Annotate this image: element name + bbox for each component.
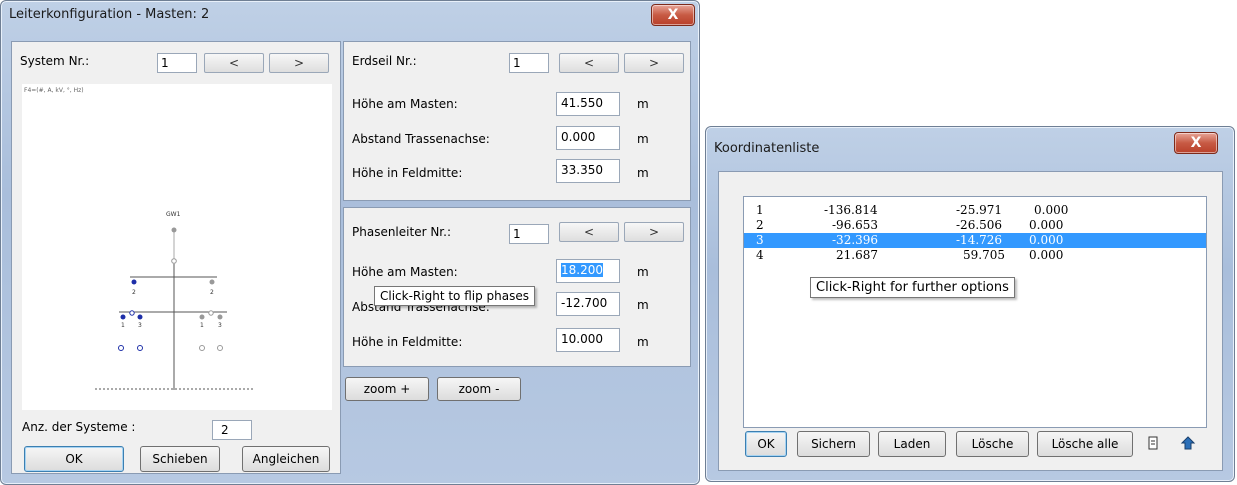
system-number: 1 — [157, 53, 197, 73]
erdseil-abstand-label: Abstand Trassenachse: — [352, 132, 490, 146]
erdseil-abstand-input[interactable]: 0.000 — [556, 126, 620, 150]
window-title: Koordinatenliste — [714, 141, 820, 156]
system-next-button[interactable]: > — [269, 53, 329, 73]
unit-m: m — [637, 298, 649, 312]
conductor-left-upper — [131, 279, 137, 285]
phasenleiter-number: 1 — [509, 224, 549, 244]
title-bar[interactable]: Koordinatenliste X — [706, 127, 1234, 163]
unit-m: m — [637, 132, 649, 146]
koordinatenliste-window: Koordinatenliste X 1 -136.814 -25.971 0.… — [705, 126, 1235, 482]
flip-phases-tooltip: Click-Right to flip phases — [374, 286, 535, 306]
erdseil-prev-button[interactable]: < — [559, 53, 619, 73]
unit-m: m — [637, 265, 649, 279]
phasenleiter-label: Phasenleiter Nr.: — [352, 225, 451, 239]
erdseil-feld-input[interactable]: 33.350 — [556, 159, 620, 183]
anz-systeme-label: Anz. der Systeme : — [22, 420, 136, 434]
phasenleiter-abstand-input[interactable]: -12.700 — [556, 292, 620, 316]
sichern-button[interactable]: Sichern — [797, 431, 870, 457]
zoom-minus-button[interactable]: zoom - — [437, 377, 521, 401]
tower-diagram[interactable]: F4=(#, A, kV, °, Hz) GW1 2 2 1 3 1 3 — [22, 84, 332, 410]
window-title: Leiterkonfiguration - Masten: 2 — [9, 7, 210, 22]
erdseil-number: 1 — [509, 53, 549, 73]
phasenleiter-feld-label: Höhe in Feldmitte: — [352, 335, 463, 349]
list-item-selected[interactable]: 3 -32.396 -14.726 0.000 — [744, 233, 1206, 248]
unit-m: m — [637, 97, 649, 111]
selected-text: 18.200 — [561, 263, 603, 277]
earth-wire-dot — [171, 227, 177, 233]
ok-button[interactable]: OK — [24, 446, 124, 472]
laden-button[interactable]: Laden — [878, 431, 946, 457]
erdseil-hoehe-input[interactable]: 41.550 — [556, 92, 620, 116]
gw-label: GW1 — [166, 211, 181, 218]
title-bar[interactable]: Leiterkonfiguration - Masten: 2 X — [1, 1, 699, 31]
erdseil-label: Erdseil Nr.: — [352, 54, 417, 68]
phasenleiter-panel: Phasenleiter Nr.: 1 < > Höhe am Masten: … — [343, 207, 691, 367]
phasenleiter-hoehe-label: Höhe am Masten: — [352, 265, 458, 279]
erdseil-panel: Erdseil Nr.: 1 < > Höhe am Masten: 41.55… — [343, 41, 691, 201]
left-lower-label-1: 1 — [121, 322, 125, 329]
zoom-plus-button[interactable]: zoom + — [345, 377, 429, 401]
left-upper-label: 2 — [132, 289, 136, 296]
list-item[interactable]: 2 -96.653 -26.506 0.000 — [744, 218, 1206, 233]
unit-m: m — [637, 335, 649, 349]
export-icon[interactable] — [1179, 434, 1197, 452]
anz-systeme-value: 2 — [212, 420, 252, 440]
erdseil-hoehe-label: Höhe am Masten: — [352, 97, 458, 111]
coordinate-list[interactable]: 1 -136.814 -25.971 0.000 2 -96.653 -26.5… — [743, 196, 1207, 428]
loesche-button[interactable]: Lösche — [956, 431, 1029, 457]
phasenleiter-next-button[interactable]: > — [624, 222, 684, 242]
ok-button[interactable]: OK — [745, 431, 787, 457]
list-panel: 1 -136.814 -25.971 0.000 2 -96.653 -26.5… — [718, 171, 1223, 471]
conductor-right-upper — [209, 279, 215, 285]
schieben-button[interactable]: Schieben — [140, 446, 220, 472]
clipboard-icon[interactable] — [1147, 436, 1159, 450]
loesche-alle-button[interactable]: Lösche alle — [1037, 431, 1133, 457]
list-item[interactable]: 1 -136.814 -25.971 0.000 — [744, 203, 1206, 218]
angleichen-button[interactable]: Angleichen — [242, 446, 330, 472]
close-button[interactable]: X — [1174, 132, 1218, 154]
list-item[interactable]: 4 21.687 59.705 0.000 — [744, 248, 1206, 263]
erdseil-feld-label: Höhe in Feldmitte: — [352, 166, 463, 180]
tower-drawing — [95, 227, 254, 390]
left-lower-label-3: 3 — [138, 322, 142, 329]
system-panel: System Nr.: 1 < > F4=(#, A, kV, °, Hz) G… — [11, 41, 341, 474]
leiterkonfiguration-window: Leiterkonfiguration - Masten: 2 X System… — [0, 0, 700, 485]
unit-m: m — [637, 166, 649, 180]
right-lower-label-1: 1 — [200, 322, 204, 329]
phasenleiter-hoehe-input[interactable]: 18.200 — [556, 259, 620, 283]
right-upper-label: 2 — [210, 289, 214, 296]
erdseil-next-button[interactable]: > — [624, 53, 684, 73]
close-button[interactable]: X — [651, 4, 695, 26]
system-prev-button[interactable]: < — [204, 53, 264, 73]
further-options-tooltip: Click-Right for further options — [810, 277, 1015, 298]
right-lower-label-3: 3 — [218, 322, 222, 329]
system-label: System Nr.: — [20, 54, 90, 68]
phasenleiter-feld-input[interactable]: 10.000 — [556, 328, 620, 352]
phasenleiter-prev-button[interactable]: < — [559, 222, 619, 242]
